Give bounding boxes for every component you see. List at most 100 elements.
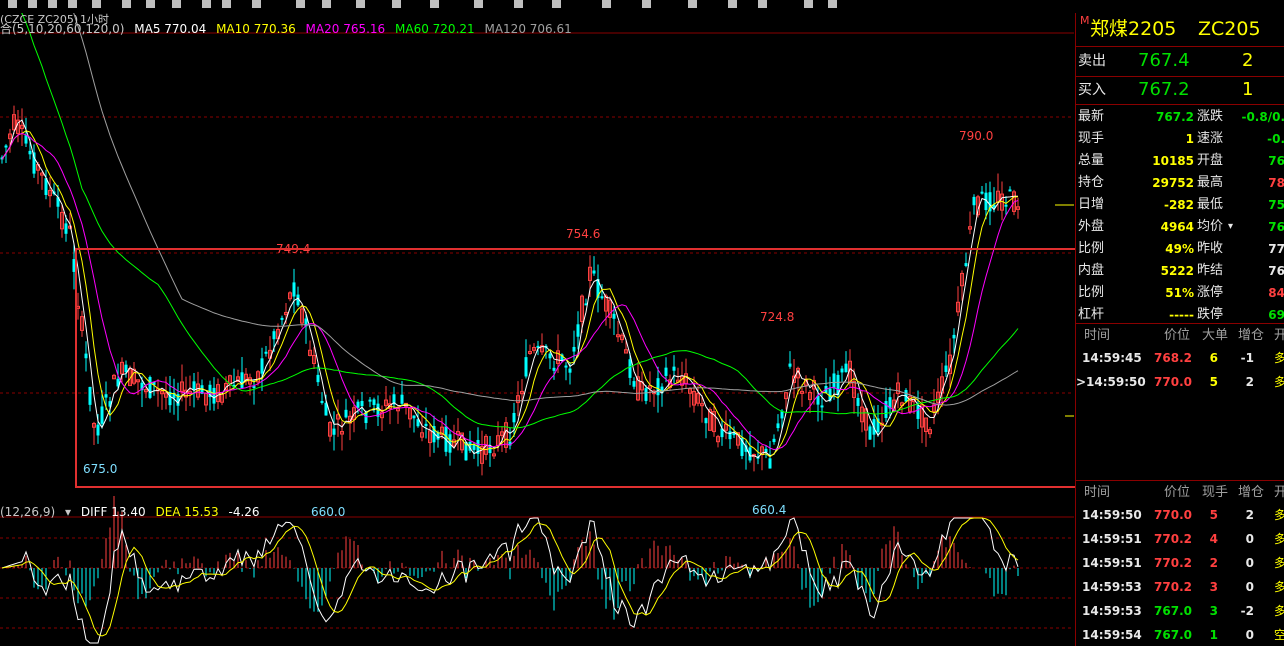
toolbar-icon[interactable] xyxy=(514,0,523,8)
row-volume: 3 xyxy=(1209,580,1218,594)
col-price: 价位 xyxy=(1164,328,1191,343)
toolbar-icon[interactable] xyxy=(728,0,737,8)
stat-row: 比例 49% 昨收 77 xyxy=(1076,238,1284,260)
bid-price: 767.2 xyxy=(1138,79,1190,100)
ask-label: 卖出 xyxy=(1078,53,1106,69)
toolbar-icon[interactable] xyxy=(322,0,331,8)
candle-body xyxy=(100,406,104,424)
toolbar-icon[interactable] xyxy=(202,0,211,8)
row-price: 768.2 xyxy=(1154,351,1192,365)
candle-body xyxy=(272,331,276,340)
table-row[interactable]: 14:59:54 767.0 1 0 空 xyxy=(1076,624,1284,646)
table-row[interactable]: 14:59:51 770.2 4 0 多 xyxy=(1076,528,1284,550)
bid-row: 买入 767.2 1 xyxy=(1076,79,1284,101)
row-oi: 0 xyxy=(1245,628,1254,642)
candle-body xyxy=(568,368,572,373)
table-row[interactable]: >14:59:50 770.0 5 2 多 xyxy=(1076,371,1284,393)
toolbar-icon[interactable] xyxy=(804,0,813,8)
candle-body xyxy=(488,446,492,454)
col-oi: 增仓 xyxy=(1238,328,1265,343)
row-time: 14:59:51 xyxy=(1082,556,1142,570)
row-oi: -2 xyxy=(1240,604,1254,618)
stat-label: 日增 xyxy=(1078,197,1105,212)
candle-body xyxy=(124,364,128,373)
bid-volume: 1 xyxy=(1242,79,1254,100)
candle-body xyxy=(548,353,552,359)
toolbar-icon[interactable] xyxy=(392,0,401,8)
stat-row: 日增 -282 最低 75 xyxy=(1076,194,1284,216)
candle-body xyxy=(24,135,28,144)
annotation-6604: 660.4 xyxy=(752,503,787,517)
toolbar-icon[interactable] xyxy=(430,0,439,8)
period-label[interactable]: 1小时 xyxy=(80,13,109,27)
toolbar-icon[interactable] xyxy=(222,0,231,8)
toolbar-icon[interactable] xyxy=(122,0,131,8)
candle-body xyxy=(512,412,516,423)
table-row[interactable]: 14:59:53 770.2 3 0 多 xyxy=(1076,576,1284,598)
table-row[interactable]: 14:59:51 770.2 2 0 多 xyxy=(1076,552,1284,574)
toolbar-icon[interactable] xyxy=(602,0,611,8)
annotation-724: 724.8 xyxy=(760,310,795,324)
stat-label: 外盘 xyxy=(1078,219,1105,234)
col-volume: 大单 xyxy=(1202,328,1229,343)
row-kind: 多 xyxy=(1274,552,1284,574)
toolbar-icon[interactable] xyxy=(828,0,837,8)
stat-row: 最新 767.2 涨跌 -0.8/0. xyxy=(1076,106,1284,128)
ma5-value: MA5 770.04 xyxy=(134,22,207,36)
ma120-value: MA120 706.61 xyxy=(484,22,572,36)
candle-body xyxy=(832,373,836,389)
toolbar-icon[interactable] xyxy=(552,0,561,8)
chart-canvas xyxy=(0,13,1074,644)
candle-body xyxy=(980,191,984,194)
toolbar-icon[interactable] xyxy=(8,0,17,8)
col-time: 时间 xyxy=(1084,485,1111,500)
toolbar-icon[interactable] xyxy=(474,0,483,8)
stat-value: -282 xyxy=(1163,198,1194,212)
row-price: 770.2 xyxy=(1154,556,1192,570)
annotation-high: 790.0 xyxy=(959,129,994,143)
table-row[interactable]: 14:59:45 768.2 6 -1 多 xyxy=(1076,347,1284,369)
candle-body xyxy=(332,428,336,435)
diff-value: DIFF 13.40 xyxy=(80,505,146,519)
stat-label: 最高 xyxy=(1197,175,1224,190)
candle-body xyxy=(664,367,668,376)
toolbar-icon[interactable] xyxy=(356,0,365,8)
stat-value: 75 xyxy=(1268,198,1284,212)
table-row[interactable]: 14:59:50 770.0 5 2 多 xyxy=(1076,504,1284,526)
candle-body xyxy=(600,296,604,299)
candle-body xyxy=(572,346,576,352)
toolbar-icon[interactable] xyxy=(758,0,767,8)
stat-row: 内盘 5222 昨结 76 xyxy=(1076,260,1284,282)
stat-label: 持仓 xyxy=(1078,175,1105,190)
toolbar-icon[interactable] xyxy=(688,0,697,8)
row-volume: 6 xyxy=(1209,351,1218,365)
toolbar-icon[interactable] xyxy=(172,0,181,8)
row-kind: 多 xyxy=(1274,600,1284,622)
toolbar-icon[interactable] xyxy=(92,0,101,8)
candle-body xyxy=(368,399,372,402)
macd-header: (12,26,9) ▾ DIFF 13.40 DEA 15.53 -4.26 xyxy=(0,505,266,519)
table-row[interactable]: 14:59:53 767.0 3 -2 多 xyxy=(1076,600,1284,622)
toolbar-icon[interactable] xyxy=(252,0,261,8)
stat-label: 均价 xyxy=(1197,219,1224,234)
ask-row: 卖出 767.4 2 xyxy=(1076,50,1284,72)
row-price: 767.0 xyxy=(1154,628,1192,642)
toolbar-icon[interactable] xyxy=(48,0,57,8)
toolbar-icon[interactable] xyxy=(146,0,155,8)
macd-value: -4.26 xyxy=(228,505,260,519)
stat-value: 767.2 xyxy=(1156,110,1194,124)
candlestick-chart[interactable] xyxy=(0,13,1074,646)
dropdown-arrow-icon[interactable]: ▾ xyxy=(1228,216,1233,238)
panel-title: M 郑煤2205 ZC205 xyxy=(1076,14,1284,43)
row-volume: 2 xyxy=(1209,556,1218,570)
toolbar-icon[interactable] xyxy=(68,0,77,8)
stat-value: 76 xyxy=(1268,220,1284,234)
bid-label: 买入 xyxy=(1078,82,1106,98)
toolbar-icon[interactable] xyxy=(296,0,305,8)
toolbar-icon[interactable] xyxy=(642,0,651,8)
candle-body xyxy=(212,387,216,404)
macd-params: (12,26,9) xyxy=(0,505,56,519)
candle-body xyxy=(612,313,616,319)
toolbar-icon[interactable] xyxy=(28,0,37,8)
candle-body xyxy=(344,409,348,418)
